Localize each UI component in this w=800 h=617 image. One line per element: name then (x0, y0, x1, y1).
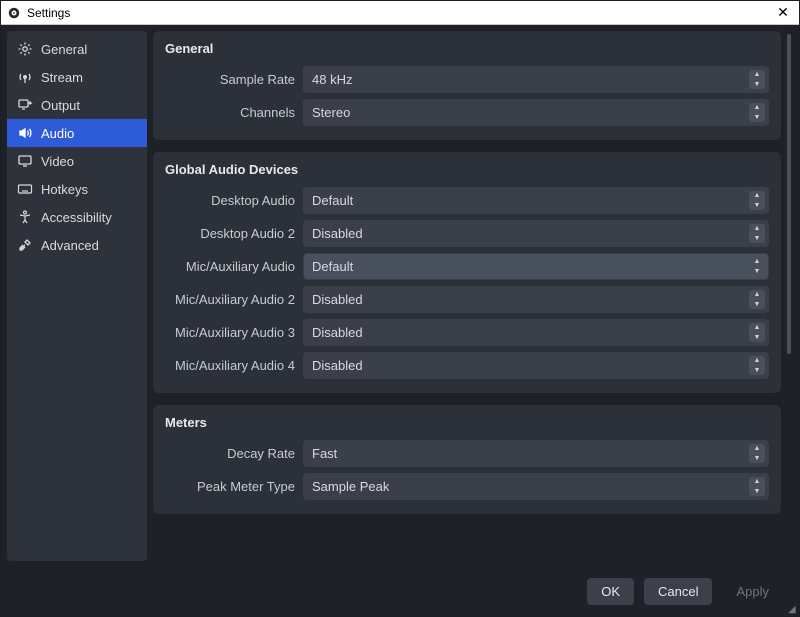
resize-grip-icon[interactable]: ◢ (788, 605, 798, 615)
select-value: Disabled (312, 358, 363, 373)
row-sample-rate: Sample Rate 48 kHz ▲▼ (165, 66, 769, 93)
select-channels[interactable]: Stereo ▲▼ (303, 99, 769, 126)
sidebar-item-accessibility[interactable]: Accessibility (7, 203, 147, 231)
select-value: Disabled (312, 292, 363, 307)
sidebar-item-label: Advanced (41, 238, 99, 253)
stepper-icon[interactable]: ▲▼ (749, 444, 765, 463)
label-mic-aux-3: Mic/Auxiliary Audio 3 (165, 325, 295, 340)
sidebar-item-label: Accessibility (41, 210, 112, 225)
sidebar-item-label: General (41, 42, 87, 57)
select-value: Fast (312, 446, 337, 461)
stepper-icon[interactable]: ▲▼ (749, 191, 765, 210)
label-sample-rate: Sample Rate (165, 72, 295, 87)
sidebar-item-label: Output (41, 98, 80, 113)
sidebar-item-hotkeys[interactable]: Hotkeys (7, 175, 147, 203)
label-decay-rate: Decay Rate (165, 446, 295, 461)
select-decay-rate[interactable]: Fast ▲▼ (303, 440, 769, 467)
cancel-button[interactable]: Cancel (644, 578, 712, 605)
scrollbar-thumb[interactable] (787, 34, 791, 354)
footer: OK Cancel Apply (7, 572, 793, 610)
sidebar-item-video[interactable]: Video (7, 147, 147, 175)
select-desktop-audio[interactable]: Default ▲▼ (303, 187, 769, 214)
row-mic-aux-2: Mic/Auxiliary Audio 2 Disabled ▲▼ (165, 286, 769, 313)
row-decay-rate: Decay Rate Fast ▲▼ (165, 440, 769, 467)
row-desktop-audio-2: Desktop Audio 2 Disabled ▲▼ (165, 220, 769, 247)
select-mic-aux-2[interactable]: Disabled ▲▼ (303, 286, 769, 313)
stepper-icon[interactable]: ▲▼ (749, 477, 765, 496)
select-desktop-audio-2[interactable]: Disabled ▲▼ (303, 220, 769, 247)
sidebar-item-general[interactable]: General (7, 35, 147, 63)
select-value: Default (312, 259, 353, 274)
row-mic-aux: Mic/Auxiliary Audio Default ▲▼ (165, 253, 769, 280)
gear-icon (17, 41, 33, 57)
sidebar-item-label: Stream (41, 70, 83, 85)
label-mic-aux: Mic/Auxiliary Audio (165, 259, 295, 274)
settings-content: General Sample Rate 48 kHz ▲▼ Channels S (153, 31, 785, 524)
section-meters: Meters Decay Rate Fast ▲▼ Peak Meter Typ… (153, 405, 781, 514)
row-mic-aux-4: Mic/Auxiliary Audio 4 Disabled ▲▼ (165, 352, 769, 379)
tools-icon (17, 237, 33, 253)
stepper-icon[interactable]: ▲▼ (749, 356, 765, 375)
sidebar-item-label: Video (41, 154, 74, 169)
select-value: 48 kHz (312, 72, 352, 87)
sidebar-item-advanced[interactable]: Advanced (7, 231, 147, 259)
sidebar-item-audio[interactable]: Audio (7, 119, 147, 147)
titlebar: Settings ✕ (1, 1, 799, 25)
content-wrap: General Sample Rate 48 kHz ▲▼ Channels S (153, 31, 793, 570)
ok-button[interactable]: OK (587, 578, 634, 605)
label-mic-aux-2: Mic/Auxiliary Audio 2 (165, 292, 295, 307)
select-value: Disabled (312, 226, 363, 241)
section-title: General (165, 41, 769, 56)
label-mic-aux-4: Mic/Auxiliary Audio 4 (165, 358, 295, 373)
section-title: Global Audio Devices (165, 162, 769, 177)
apply-button[interactable]: Apply (722, 578, 783, 605)
window-body: General Stream Output (1, 25, 799, 616)
stepper-icon[interactable]: ▲▼ (749, 224, 765, 243)
select-sample-rate[interactable]: 48 kHz ▲▼ (303, 66, 769, 93)
label-peak-meter-type: Peak Meter Type (165, 479, 295, 494)
antenna-icon (17, 69, 33, 85)
select-peak-meter-type[interactable]: Sample Peak ▲▼ (303, 473, 769, 500)
stepper-icon[interactable]: ▲▼ (749, 103, 765, 122)
select-value: Disabled (312, 325, 363, 340)
accessibility-icon (17, 209, 33, 225)
sidebar: General Stream Output (7, 31, 147, 561)
output-icon (17, 97, 33, 113)
select-mic-aux[interactable]: Default ▲▼ (303, 253, 769, 280)
label-desktop-audio: Desktop Audio (165, 193, 295, 208)
select-mic-aux-4[interactable]: Disabled ▲▼ (303, 352, 769, 379)
window-title: Settings (27, 6, 773, 20)
app-icon (7, 6, 21, 20)
audio-icon (17, 125, 33, 141)
sidebar-item-label: Audio (41, 126, 74, 141)
select-value: Stereo (312, 105, 350, 120)
stepper-icon[interactable]: ▲▼ (749, 290, 765, 309)
main-area: General Stream Output (7, 31, 793, 570)
select-value: Sample Peak (312, 479, 389, 494)
sidebar-item-output[interactable]: Output (7, 91, 147, 119)
sidebar-item-label: Hotkeys (41, 182, 88, 197)
row-desktop-audio: Desktop Audio Default ▲▼ (165, 187, 769, 214)
section-global-audio-devices: Global Audio Devices Desktop Audio Defau… (153, 152, 781, 393)
label-desktop-audio-2: Desktop Audio 2 (165, 226, 295, 241)
row-peak-meter-type: Peak Meter Type Sample Peak ▲▼ (165, 473, 769, 500)
settings-window: Settings ✕ General Stream (0, 0, 800, 617)
label-channels: Channels (165, 105, 295, 120)
row-mic-aux-3: Mic/Auxiliary Audio 3 Disabled ▲▼ (165, 319, 769, 346)
select-mic-aux-3[interactable]: Disabled ▲▼ (303, 319, 769, 346)
section-title: Meters (165, 415, 769, 430)
keyboard-icon (17, 181, 33, 197)
stepper-icon[interactable]: ▲▼ (749, 70, 765, 89)
close-icon[interactable]: ✕ (773, 4, 793, 21)
stepper-icon[interactable]: ▲▼ (749, 323, 765, 342)
monitor-icon (17, 153, 33, 169)
stepper-icon[interactable]: ▲▼ (749, 257, 765, 276)
sidebar-item-stream[interactable]: Stream (7, 63, 147, 91)
section-general: General Sample Rate 48 kHz ▲▼ Channels S (153, 31, 781, 140)
scrollbar[interactable] (785, 31, 793, 523)
row-channels: Channels Stereo ▲▼ (165, 99, 769, 126)
select-value: Default (312, 193, 353, 208)
